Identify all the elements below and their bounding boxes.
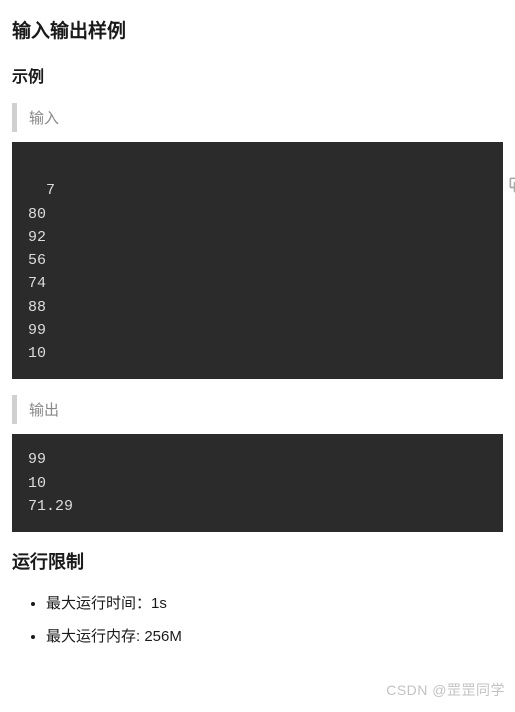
output-code-text: 99 10 71.29: [28, 451, 73, 515]
list-item: 最大运行内存: 256M: [46, 625, 503, 646]
input-label: 输入: [29, 110, 59, 127]
input-code-block: 7 80 92 56 74 88 99 10: [12, 142, 503, 379]
output-label-bar: 输出: [12, 395, 503, 424]
input-label-bar: 输入: [12, 103, 503, 132]
limits-title: 运行限制: [12, 548, 503, 574]
example-heading: 示例: [12, 63, 503, 87]
section-title: 输入输出样例: [12, 16, 503, 43]
limits-list: 最大运行时间：1s 最大运行内存: 256M: [12, 592, 503, 646]
watermark: CSDN @罡罡同学: [386, 680, 505, 700]
copy-icon[interactable]: [471, 152, 491, 172]
output-code-block: 99 10 71.29: [12, 434, 503, 532]
output-label: 输出: [29, 402, 59, 419]
list-item: 最大运行时间：1s: [46, 592, 503, 613]
input-code-text: 7 80 92 56 74 88 99 10: [28, 182, 55, 362]
